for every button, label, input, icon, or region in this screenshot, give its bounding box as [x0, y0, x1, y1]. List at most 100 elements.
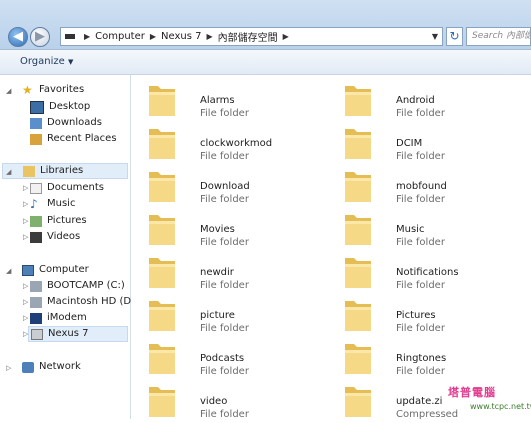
search-input[interactable]: Search 內部儲存...: [466, 27, 531, 46]
folder-item[interactable]: Notifications File folder: [343, 254, 531, 294]
organize-button[interactable]: Organize ▼: [20, 56, 73, 67]
folder-item[interactable]: video File folder: [147, 383, 337, 423]
expand-icon[interactable]: ▷: [23, 200, 28, 208]
folder-item[interactable]: Movies File folder: [147, 211, 337, 251]
folder-item[interactable]: Podcasts File folder: [147, 340, 337, 380]
sidebar-item-desktop[interactable]: Desktop: [30, 99, 90, 115]
forward-button[interactable]: ▶: [30, 27, 50, 47]
breadcrumb-nexus7[interactable]: Nexus 7: [161, 31, 201, 42]
sidebar-item-pictures[interactable]: Pictures: [30, 213, 87, 229]
collapse-icon[interactable]: ◢: [6, 267, 11, 275]
sidebar-item-bootcamp[interactable]: BOOTCAMP (C:): [30, 278, 125, 294]
chevron-right-icon[interactable]: ▶: [150, 32, 156, 41]
sidebar-libraries[interactable]: Libraries: [2, 163, 128, 179]
desktop-icon: [30, 100, 44, 114]
breadcrumb-storage[interactable]: 內部儲存空間: [218, 29, 278, 44]
folder-name: mobfound: [396, 181, 447, 192]
sidebar-item-music[interactable]: ♪ Music: [30, 196, 75, 212]
expand-icon[interactable]: ▷: [6, 364, 11, 372]
folder-name: update.zi: [396, 396, 443, 407]
folder-icon: [147, 383, 177, 419]
star-icon: ★: [22, 82, 33, 97]
expand-icon[interactable]: ▷: [23, 233, 28, 241]
file-list: Alarms File folder Android File folder clock…: [131, 75, 531, 420]
folder-icon: [147, 168, 177, 204]
address-bar-area: ◀ ▶ ▶ Computer ▶ Nexus 7 ▶ 內部儲存空間 ▶ ▼ ↻ …: [0, 0, 531, 50]
expand-icon[interactable]: ▷: [23, 282, 28, 290]
drive-icon: [30, 280, 42, 292]
network-icon: [22, 361, 34, 373]
modem-icon: [30, 312, 42, 324]
folder-type: File folder: [200, 409, 249, 420]
drive-icon: [30, 296, 42, 308]
folder-type: File folder: [396, 108, 445, 119]
chevron-right-icon[interactable]: ▶: [283, 32, 289, 41]
folder-item[interactable]: Android File folder: [343, 82, 531, 122]
chevron-down-icon: ▼: [68, 58, 74, 66]
sidebar-item-imodem[interactable]: iModem: [30, 310, 87, 326]
drive-icon: [65, 34, 75, 39]
watermark-logo: 塔普電腦: [448, 386, 496, 399]
folder-item[interactable]: Ringtones File folder: [343, 340, 531, 380]
folder-type: File folder: [396, 366, 445, 377]
folder-icon: [343, 125, 373, 161]
chevron-down-icon[interactable]: ▼: [432, 32, 438, 41]
sidebar-item-downloads[interactable]: Downloads: [30, 115, 102, 131]
folder-type: File folder: [396, 151, 445, 162]
device-icon: [31, 328, 43, 340]
sidebar-computer[interactable]: Computer: [22, 262, 89, 278]
folder-name: video: [200, 396, 228, 407]
folder-icon: [147, 340, 177, 376]
folder-icon: [343, 383, 373, 419]
folder-item[interactable]: Pictures File folder: [343, 297, 531, 337]
collapse-icon[interactable]: ◢: [6, 87, 11, 95]
folder-icon: [147, 297, 177, 333]
expand-icon[interactable]: ▷: [23, 314, 28, 322]
collapse-icon[interactable]: ◢: [6, 168, 11, 176]
folder-name: Ringtones: [396, 353, 447, 364]
folder-name: DCIM: [396, 138, 423, 149]
folder-icon: [343, 82, 373, 118]
documents-icon: [30, 182, 42, 194]
folder-icon: [343, 168, 373, 204]
folder-item[interactable]: newdir File folder: [147, 254, 337, 294]
folder-item[interactable]: Music File folder: [343, 211, 531, 251]
sidebar-item-documents[interactable]: Documents: [30, 180, 104, 196]
folder-type: File folder: [200, 151, 249, 162]
sidebar-item-recent-places[interactable]: Recent Places: [30, 131, 117, 147]
folder-item[interactable]: mobfound File folder: [343, 168, 531, 208]
folder-item[interactable]: DCIM File folder: [343, 125, 531, 165]
folder-name: Notifications: [396, 267, 459, 278]
folder-type: File folder: [200, 194, 249, 205]
command-bar: Organize ▼: [0, 50, 531, 75]
folder-name: Movies: [200, 224, 235, 235]
folder-type: File folder: [396, 323, 445, 334]
folder-icon: [147, 211, 177, 247]
folder-item[interactable]: Download File folder: [147, 168, 337, 208]
sidebar-item-macintosh-hd[interactable]: Macintosh HD (D:): [30, 294, 138, 310]
folder-name: newdir: [200, 267, 234, 278]
sidebar-item-videos[interactable]: Videos: [30, 229, 80, 245]
back-button[interactable]: ◀: [8, 27, 28, 47]
expand-icon[interactable]: ▷: [23, 217, 28, 225]
sidebar-favorites[interactable]: ★ Favorites: [22, 82, 84, 98]
chevron-right-icon[interactable]: ▶: [84, 32, 90, 41]
folder-name: Android: [396, 95, 435, 106]
folder-type: File folder: [200, 323, 249, 334]
expand-icon[interactable]: ▷: [23, 184, 28, 192]
folder-type: File folder: [200, 280, 249, 291]
folder-item[interactable]: picture File folder: [147, 297, 337, 337]
breadcrumb-computer[interactable]: Computer: [95, 31, 145, 42]
folder-name: clockworkmod: [200, 138, 273, 149]
folder-icon: [343, 211, 373, 247]
recent-places-icon: [30, 133, 42, 145]
breadcrumb[interactable]: ▶ Computer ▶ Nexus 7 ▶ 內部儲存空間 ▶ ▼: [60, 27, 443, 46]
sidebar-network[interactable]: Network: [22, 359, 81, 375]
refresh-button[interactable]: ↻: [446, 27, 463, 46]
expand-icon[interactable]: ▷: [23, 298, 28, 306]
folder-item[interactable]: clockworkmod File folder: [147, 125, 337, 165]
sidebar-item-nexus7[interactable]: Nexus 7: [28, 326, 128, 342]
libraries-icon: [23, 165, 35, 177]
folder-item[interactable]: Alarms File folder: [147, 82, 337, 122]
chevron-right-icon[interactable]: ▶: [207, 32, 213, 41]
